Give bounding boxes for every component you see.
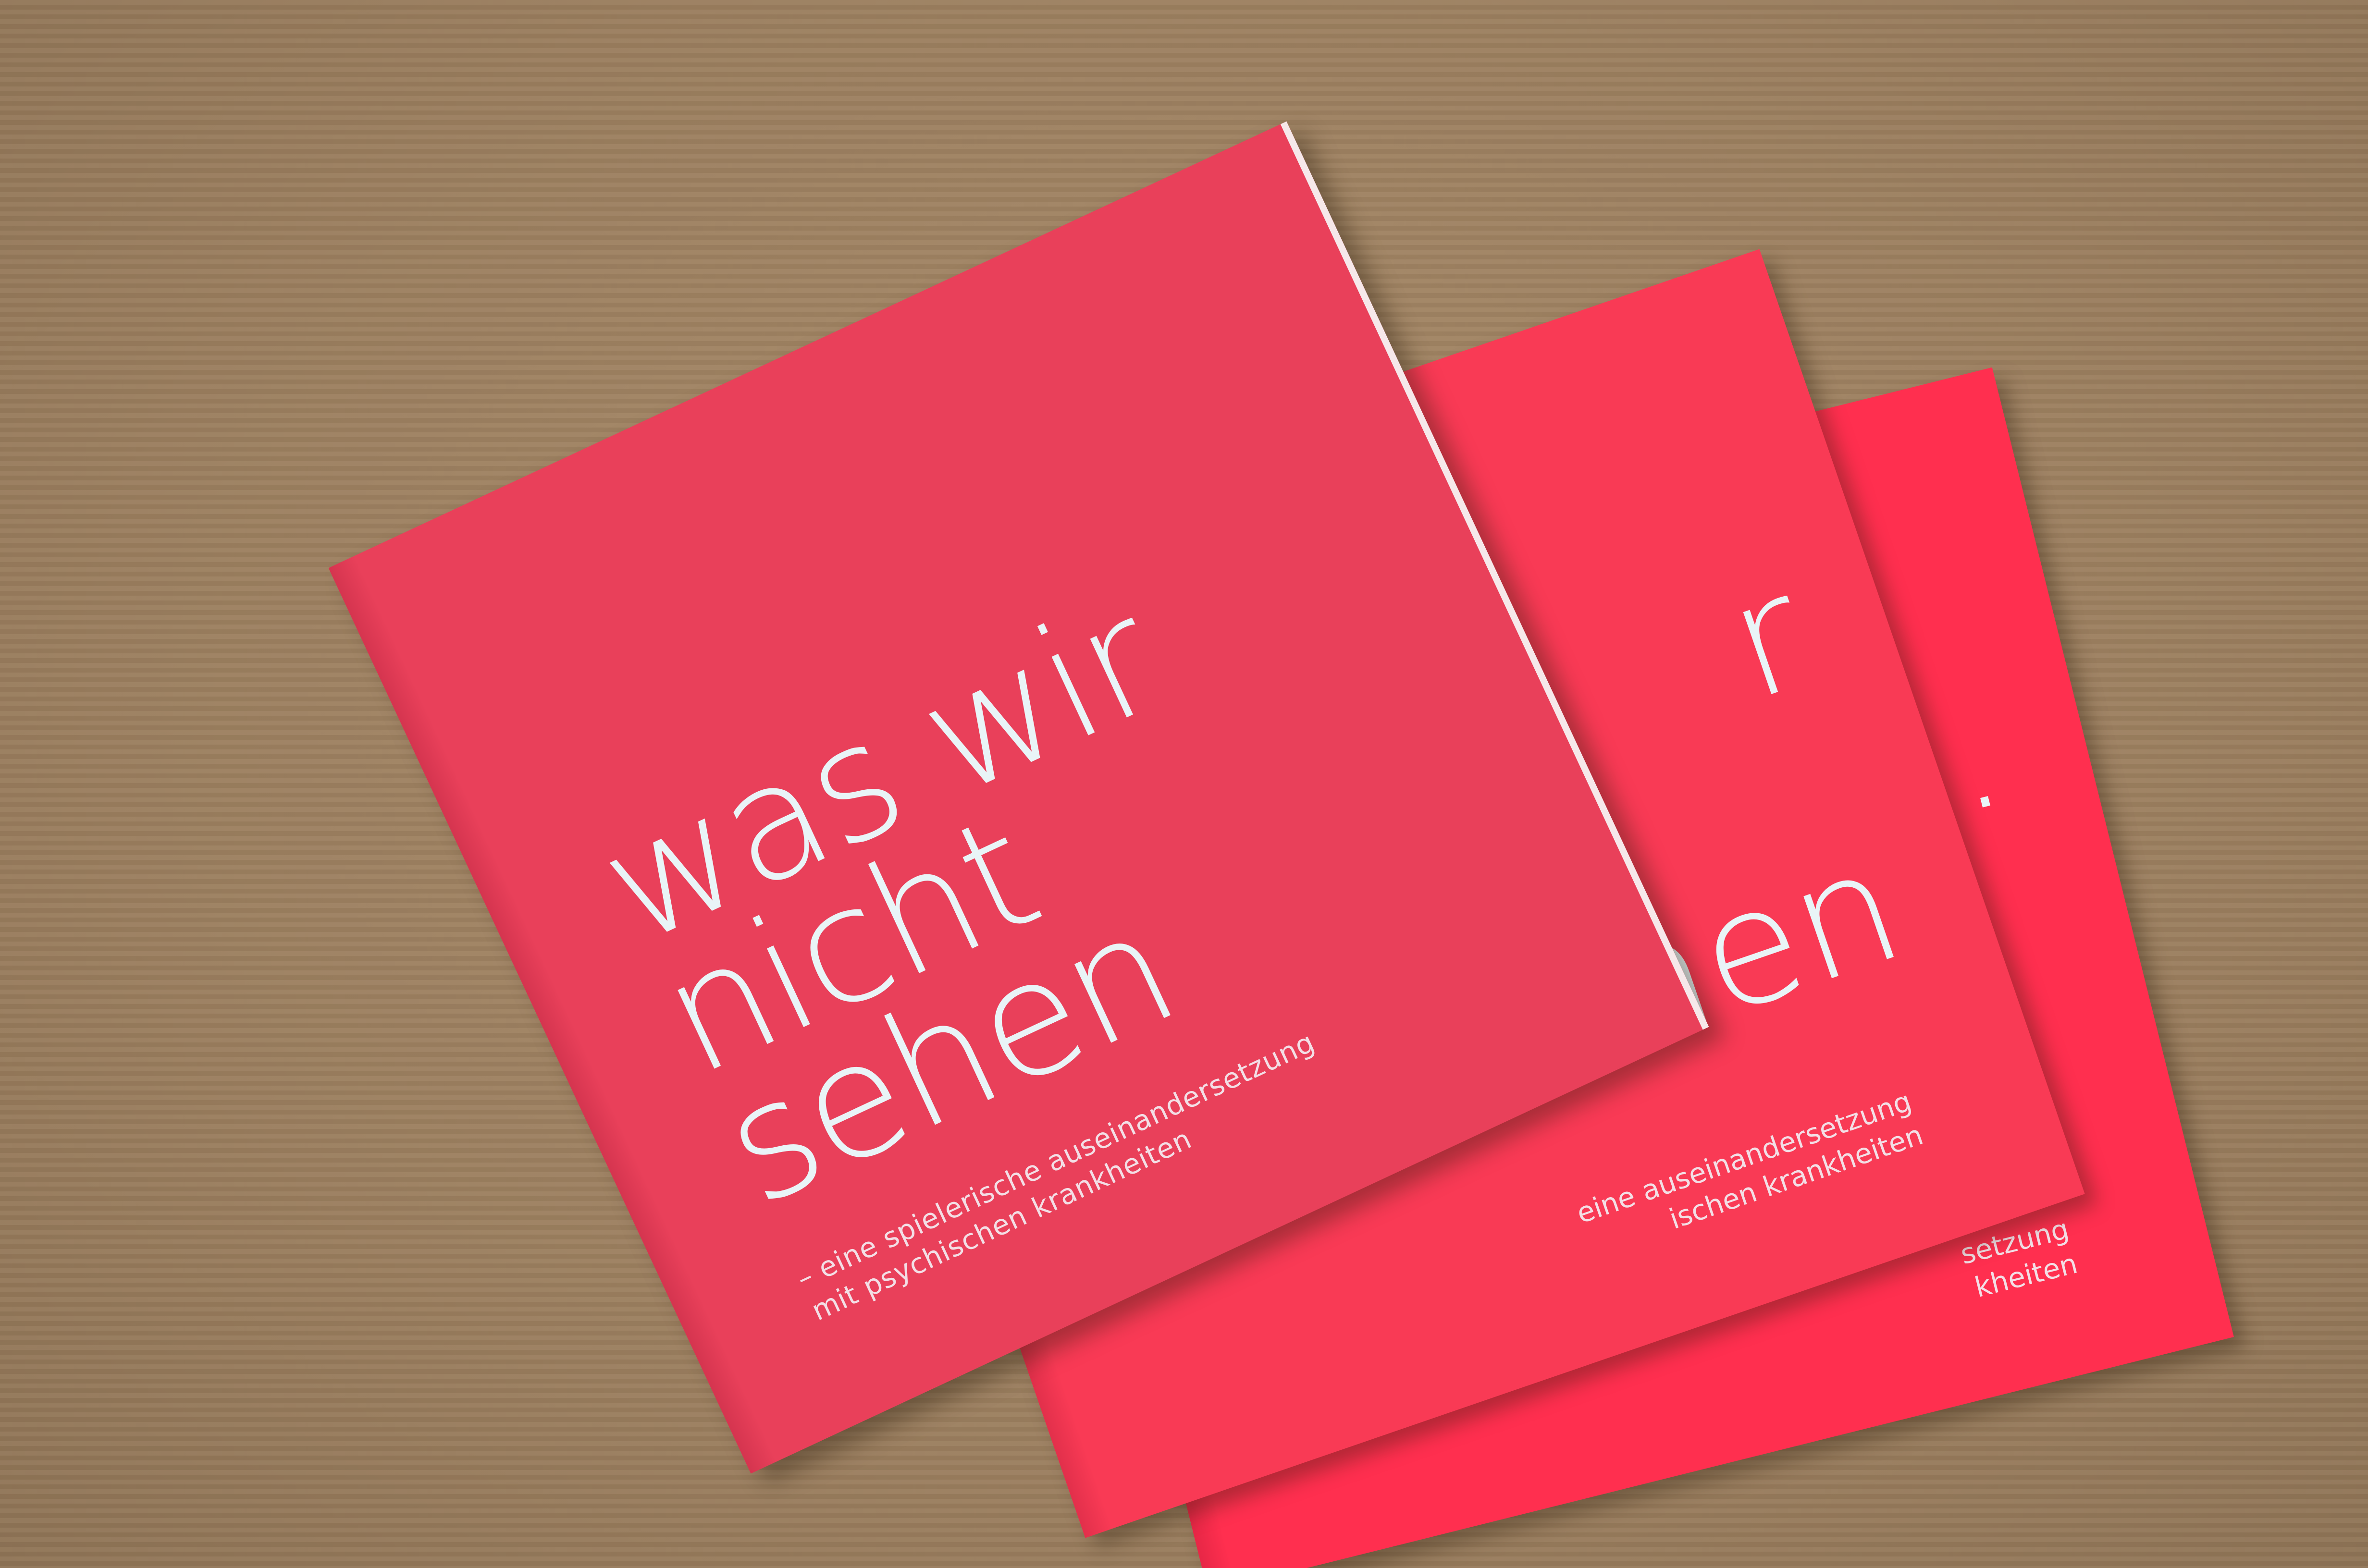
middle-subtitle: eine auseinandersetzung ischen krankheit… [1572, 1083, 1927, 1265]
photo-scene: . setzung kheiten r hen eine auseinander… [0, 0, 2368, 1568]
